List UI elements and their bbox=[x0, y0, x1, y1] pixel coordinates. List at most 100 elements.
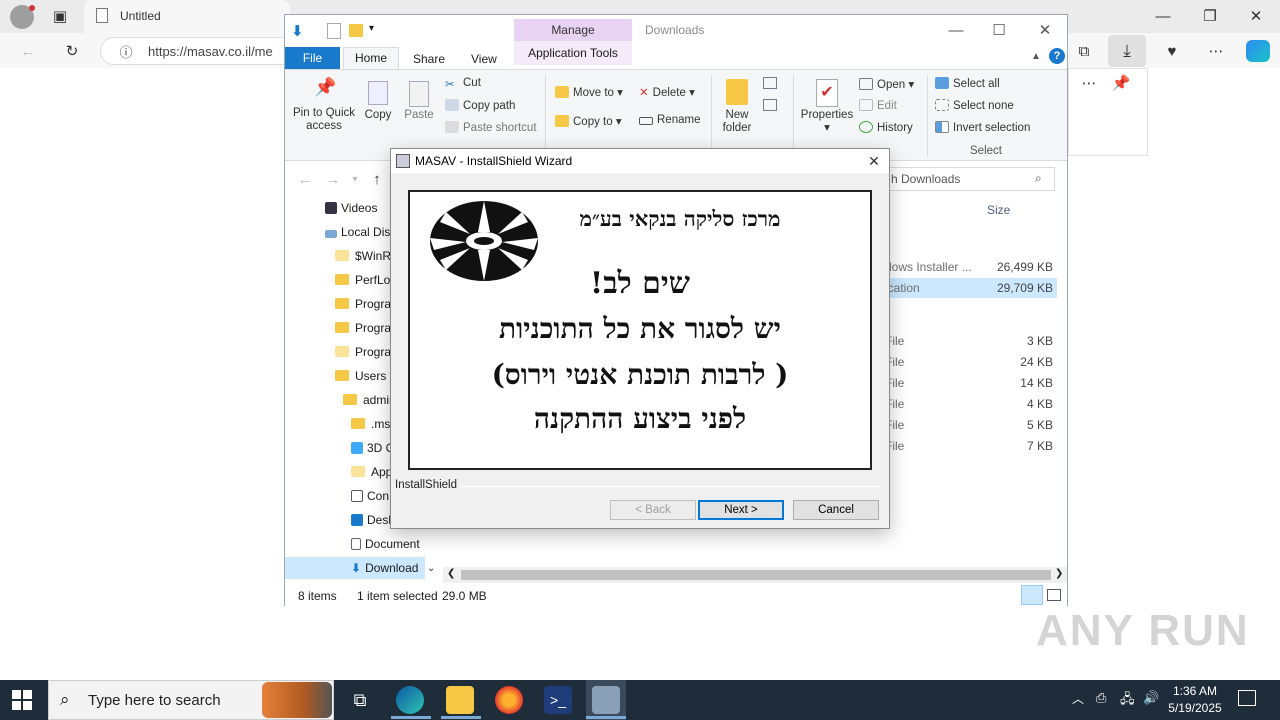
help-icon[interactable]: ? bbox=[1049, 48, 1065, 64]
history-button[interactable]: History bbox=[859, 121, 913, 134]
table-row[interactable]: File 24 KB bbox=[885, 352, 1057, 372]
properties-qat-icon[interactable] bbox=[327, 23, 341, 39]
device-icon[interactable]: ⎙ bbox=[1096, 690, 1106, 706]
back-arrow-icon[interactable]: ← bbox=[16, 39, 40, 63]
tree-scroll-down-icon[interactable]: ⌄ bbox=[427, 563, 435, 574]
restore-icon[interactable]: ❐ bbox=[1198, 4, 1222, 28]
table-row[interactable]: File 4 KB bbox=[885, 394, 1057, 414]
volume-icon[interactable]: 🔊 bbox=[1143, 690, 1159, 706]
nav-back-icon[interactable]: ← bbox=[293, 167, 317, 191]
table-row-selected[interactable]: ication 29,709 KB bbox=[885, 278, 1057, 298]
copy-button[interactable]: Copy bbox=[361, 81, 395, 122]
tree-item[interactable]: Progra bbox=[335, 293, 391, 315]
properties-button[interactable]: ✔ Properties ▾ bbox=[797, 79, 857, 135]
start-windows-icon[interactable] bbox=[12, 690, 32, 710]
large-icons-view-icon[interactable] bbox=[1047, 589, 1061, 601]
new-folder-button[interactable]: New folder bbox=[713, 79, 761, 135]
tree-item[interactable]: PerfLog bbox=[335, 269, 397, 291]
nav-forward-icon[interactable]: → bbox=[321, 167, 345, 191]
tree-item[interactable]: Document bbox=[351, 533, 420, 555]
network-icon[interactable]: 🖧 bbox=[1120, 690, 1135, 712]
address-url[interactable]: https://masav.co.il/me bbox=[148, 44, 273, 59]
details-view-icon[interactable] bbox=[1021, 585, 1043, 605]
tree-item[interactable]: App bbox=[351, 461, 392, 483]
refresh-icon[interactable]: ↻ bbox=[60, 39, 84, 63]
downloads-more-icon[interactable]: ⋯ bbox=[1077, 71, 1101, 95]
cut-button[interactable]: ✂ Cut bbox=[445, 77, 481, 91]
download-icon[interactable]: ⤓ bbox=[1115, 39, 1139, 63]
copilot-icon[interactable] bbox=[1246, 40, 1270, 62]
new-item-icon[interactable] bbox=[763, 77, 777, 89]
scroll-left-icon[interactable]: ❮ bbox=[447, 568, 455, 579]
tab-home[interactable]: Home bbox=[343, 47, 399, 69]
explorer-maximize-icon[interactable]: ☐ bbox=[987, 18, 1011, 42]
open-button[interactable]: Open ▾ bbox=[859, 77, 914, 91]
nav-up-icon[interactable]: ↑ bbox=[365, 167, 389, 191]
pin-icon[interactable]: 📌 bbox=[1109, 71, 1133, 95]
tree-item[interactable]: Videos bbox=[325, 197, 377, 219]
tree-item[interactable]: Users bbox=[335, 365, 386, 387]
tab-share[interactable]: Share bbox=[413, 49, 445, 69]
health-icon[interactable]: ♥ bbox=[1160, 39, 1184, 63]
browser-tab[interactable] bbox=[84, 0, 290, 33]
explorer-close-icon[interactable]: ✕ bbox=[1033, 18, 1057, 42]
table-row[interactable]: File 7 KB bbox=[885, 436, 1057, 456]
ribbon-collapse-icon[interactable]: ▲ bbox=[1031, 51, 1041, 62]
next-button[interactable]: Next > bbox=[698, 500, 784, 520]
table-row[interactable]: dows Installer ... 26,499 KB bbox=[885, 257, 1057, 277]
scrollbar-thumb[interactable] bbox=[461, 570, 1051, 580]
easy-access-icon[interactable] bbox=[763, 99, 777, 111]
edit-button[interactable]: Edit bbox=[859, 99, 897, 112]
tree-item[interactable]: Progra bbox=[335, 341, 391, 363]
tree-item[interactable]: Con bbox=[351, 485, 389, 507]
tree-item[interactable]: .ms- bbox=[351, 413, 394, 435]
more-menu-icon[interactable]: ⋯ bbox=[1204, 39, 1228, 63]
tree-item[interactable]: Local Dis bbox=[325, 221, 390, 243]
tree-item-downloads[interactable]: ⬇ Download bbox=[351, 557, 418, 579]
close-icon[interactable]: ✕ bbox=[1244, 4, 1268, 28]
taskbar-clock[interactable]: 1:36 AM 5/19/2025 bbox=[1160, 683, 1230, 717]
qat-dropdown-icon[interactable]: ▾ bbox=[369, 23, 374, 34]
paste-button[interactable]: Paste bbox=[401, 81, 437, 122]
minimize-icon[interactable]: — bbox=[1151, 4, 1175, 28]
paste-shortcut-button[interactable]: Paste shortcut bbox=[445, 121, 537, 134]
table-row[interactable]: File 3 KB bbox=[885, 331, 1057, 351]
size-column-header[interactable]: Size bbox=[987, 203, 1010, 217]
move-to-button[interactable]: Move to ▾ bbox=[555, 85, 623, 99]
table-row[interactable]: File 14 KB bbox=[885, 373, 1057, 393]
pin-quick-access-button[interactable]: 📌 Pin to Quick access bbox=[289, 78, 359, 133]
application-tools-tab[interactable]: Application Tools bbox=[514, 41, 632, 65]
powershell-icon[interactable]: >_ bbox=[544, 686, 572, 714]
notifications-icon[interactable] bbox=[1238, 690, 1256, 706]
recent-locations-icon[interactable]: ▾ bbox=[343, 167, 367, 191]
copy-path-button[interactable]: Copy path bbox=[445, 99, 515, 112]
copy-to-button[interactable]: Copy to ▾ bbox=[555, 114, 622, 128]
select-all-button[interactable]: Select all bbox=[935, 77, 1000, 90]
tab-actions-icon[interactable]: ▣ bbox=[48, 4, 72, 28]
cancel-button[interactable]: Cancel bbox=[793, 500, 879, 520]
tab-view[interactable]: View bbox=[471, 49, 497, 69]
scroll-right-icon[interactable]: ❯ bbox=[1055, 568, 1063, 579]
rename-button[interactable]: Rename bbox=[639, 114, 700, 126]
file-explorer-icon[interactable] bbox=[446, 686, 474, 714]
delete-button[interactable]: ✕ Delete ▾ bbox=[639, 85, 695, 99]
edge-icon[interactable] bbox=[396, 686, 424, 714]
select-none-button[interactable]: Select none bbox=[935, 99, 1014, 112]
new-folder-qat-icon[interactable] bbox=[349, 24, 363, 37]
dialog-close-icon[interactable]: ✕ bbox=[862, 149, 886, 173]
installer-task-icon[interactable] bbox=[592, 686, 620, 714]
info-icon[interactable]: ⓘ bbox=[114, 39, 138, 63]
invert-selection-button[interactable]: Invert selection bbox=[935, 121, 1030, 134]
explorer-minimize-icon[interactable]: — bbox=[944, 18, 968, 42]
tree-item[interactable]: Progra bbox=[335, 317, 391, 339]
manage-context-tab[interactable]: Manage bbox=[514, 19, 632, 41]
show-hidden-icons-icon[interactable]: ︿ bbox=[1072, 690, 1084, 707]
back-button[interactable]: < Back bbox=[610, 500, 696, 520]
tree-item[interactable]: Desk bbox=[351, 509, 394, 531]
firefox-icon[interactable] bbox=[495, 686, 523, 714]
tree-item[interactable]: 3D C bbox=[351, 437, 394, 459]
tab-file[interactable]: File bbox=[285, 47, 340, 69]
collections-icon[interactable]: ⧉ bbox=[1072, 39, 1096, 63]
task-view-icon[interactable]: ⧉ bbox=[346, 686, 374, 714]
tree-item[interactable]: admin bbox=[343, 389, 396, 411]
